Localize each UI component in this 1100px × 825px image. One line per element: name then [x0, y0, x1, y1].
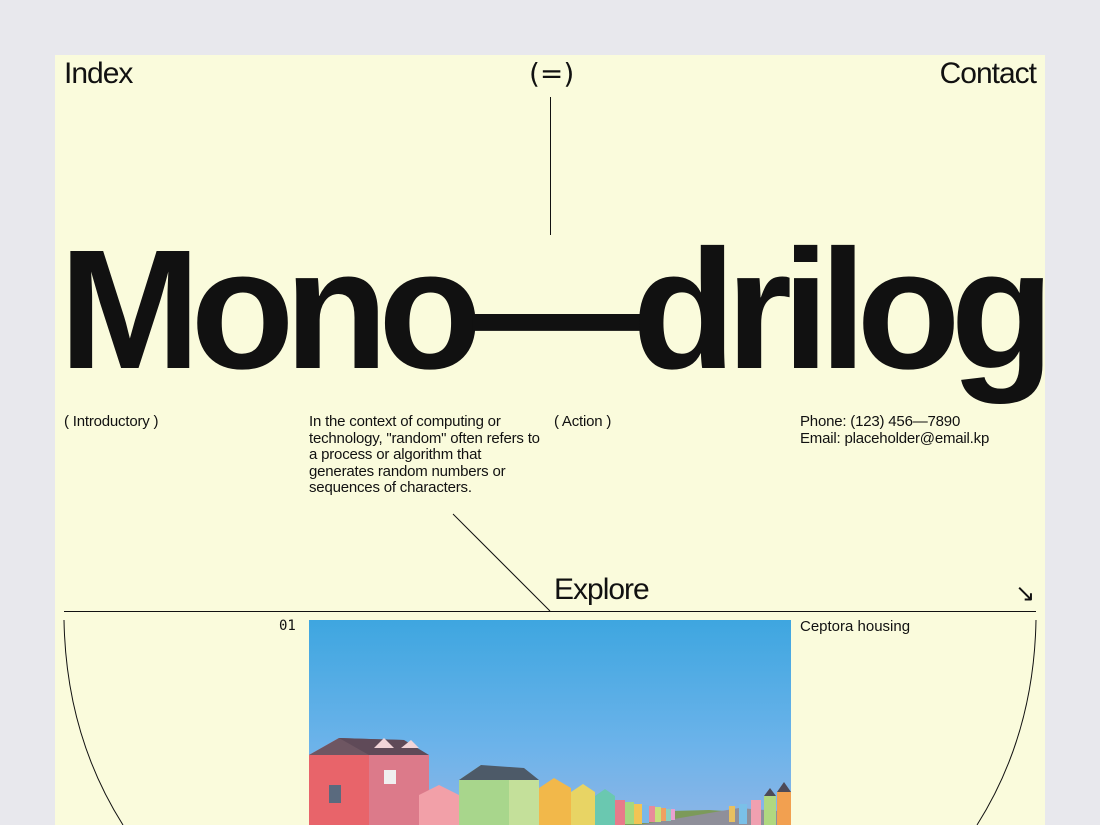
contact-email[interactable]: Email: placeholder@email.kp	[800, 430, 989, 448]
diagonal-line	[452, 513, 551, 612]
contact-phone[interactable]: Phone: (123) 456—7890	[800, 413, 989, 431]
intro-text: In the context of computing or technolog…	[309, 413, 540, 496]
intro-label: ( Introductory )	[64, 413, 159, 430]
left-arc	[63, 619, 124, 825]
right-arc	[976, 619, 1037, 825]
nav-contact-link[interactable]: Contact	[940, 57, 1037, 91]
item-title[interactable]: Ceptora housing	[800, 618, 910, 635]
colorful-houses-photo[interactable]	[309, 620, 791, 825]
action-label[interactable]: ( Action )	[554, 413, 611, 431]
item-number: 01	[279, 618, 296, 634]
explore-link[interactable]: Explore	[554, 573, 650, 607]
menu-toggle-button[interactable]: (=)	[529, 57, 574, 90]
hero-title: Mono—drilogy	[59, 215, 1045, 405]
page: Index (=) Contact Mono—drilogy ( Introdu…	[55, 55, 1045, 825]
contact-info: Phone: (123) 456—7890 Email: placeholder…	[800, 413, 989, 448]
arrow-down-right-icon[interactable]: ↘	[1015, 579, 1035, 607]
section-divider	[64, 611, 1036, 612]
nav-index-link[interactable]: Index	[64, 57, 133, 91]
